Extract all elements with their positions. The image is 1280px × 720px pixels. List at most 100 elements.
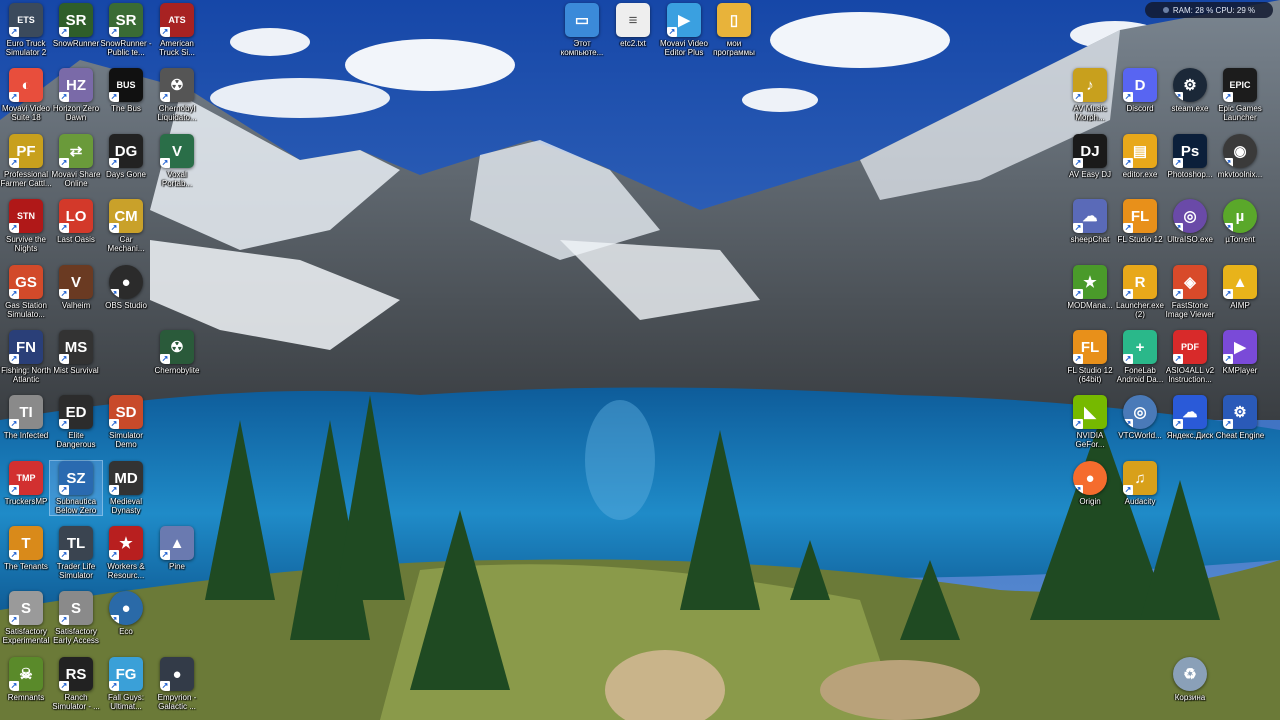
desktop-icon-fishing-north-atlantic[interactable]: FN Fishing: North Atlantic [0, 330, 52, 384]
cloud-icon: ☁ [1173, 395, 1207, 429]
desktop-icon-label: AV Music Morph... [1073, 104, 1107, 122]
desktop-icon-simulator-demo[interactable]: SD Simulator Demo [100, 395, 152, 449]
desktop-icon-movavi-video-editor-plus[interactable]: ▶ Movavi Video Editor Plus [658, 3, 710, 57]
desktop-icon-epic-games-launcher[interactable]: EPIC Epic Games Launcher [1214, 68, 1266, 122]
game-icon: ▲ [160, 526, 194, 560]
desktop-icon-label: MODMana... [1067, 301, 1113, 310]
desktop-icon-этот-компьюте[interactable]: ▭ Этот компьюте... [556, 3, 608, 57]
desktop-icon-satisfactory-experimental[interactable]: S Satisfactory Experimental [0, 591, 52, 645]
desktop-icon-корзина[interactable]: ♻ Корзина [1164, 657, 1216, 702]
fonelab-icon: + [1123, 330, 1157, 364]
desktop-icon-audacity[interactable]: ♫ Audacity [1114, 461, 1166, 506]
desktop-icon-fall-guys-ultimat[interactable]: FG Fall Guys: Ultimat... [100, 657, 152, 711]
desktop-icon-torrent[interactable]: µ µTorrent [1214, 199, 1266, 244]
desktop-icon-label: Корзина [1174, 693, 1206, 702]
desktop-icon-professional-farmer-cattl[interactable]: PF Professional Farmer Cattl... [0, 134, 52, 188]
desktop-icon-label: Satisfactory Early Access [53, 627, 99, 645]
desktop-icon-av-easy-dj[interactable]: DJ AV Easy DJ [1064, 134, 1116, 179]
desktop-icon-empyrion-galactic[interactable]: ● Empyrion - Galactic ... [151, 657, 203, 711]
desktop-icon-workers-resourc[interactable]: ★ Workers & Resourc... [100, 526, 152, 580]
movavi-icon: ◐ [9, 68, 43, 102]
desktop-icon-etc2-txt[interactable]: ≡ etc2.txt [607, 3, 659, 48]
desktop-icon-discord[interactable]: D Discord [1114, 68, 1166, 113]
desktop-icon-ultraiso-exe[interactable]: ◎ UltraISO.exe [1164, 199, 1216, 244]
desktop-icon-origin[interactable]: ● Origin [1064, 461, 1116, 506]
system-monitor-widget[interactable]: RAM: 28 % CPU: 29 % [1145, 2, 1273, 18]
desktop-icon-steam-exe[interactable]: ⚙ steam.exe [1164, 68, 1216, 113]
desktop-icon-nvidia-gefor[interactable]: ◣ NVIDIA GeFor... [1064, 395, 1116, 449]
desktop-icon-mist-survival[interactable]: MS Mist Survival [50, 330, 102, 375]
desktop-icon-яндекс-диск[interactable]: ☁ Яндекс.Диск [1164, 395, 1216, 440]
desktop-icon-truckersmp[interactable]: TMP TruckersMP [0, 461, 52, 506]
desktop-icon-remnants[interactable]: ☠ Remnants [0, 657, 52, 702]
game-icon: ED [59, 395, 93, 429]
desktop-icon-av-music-morph[interactable]: ♪ AV Music Morph... [1064, 68, 1116, 122]
desktop-icon-fl-studio-12[interactable]: FL FL Studio 12 [1114, 199, 1166, 244]
desktop-icon-label: The Infected [3, 431, 49, 440]
desktop-icon-label: Movavi Share Online [51, 170, 101, 188]
desktop-icon-euro-truck-simulator-2[interactable]: ETS Euro Truck Simulator 2 [0, 3, 52, 57]
desktop-icon-american-truck-si[interactable]: ATS American Truck Si... [151, 3, 203, 57]
desktop-icon-sheepchat[interactable]: ☁ sheepChat [1064, 199, 1116, 244]
desktop-icon-label: AV Easy DJ [1068, 170, 1112, 179]
desktop-icon-the-tenants[interactable]: T The Tenants [0, 526, 52, 571]
desktop-icon-snowrunner[interactable]: SR SnowRunner [50, 3, 102, 48]
desktop-icon-chernobyl-liquidato[interactable]: ☢ Chernobyl Liquidato... [151, 68, 203, 122]
desktop-icon-faststone-image-viewer[interactable]: ◈ FastStone Image Viewer [1164, 265, 1216, 319]
discord-icon: D [1123, 68, 1157, 102]
audacity-icon: ♫ [1123, 461, 1157, 495]
skull-icon: TI [9, 395, 43, 429]
desktop-icon-pine[interactable]: ▲ Pine [151, 526, 203, 571]
desktop-icon-the-infected[interactable]: TI The Infected [0, 395, 52, 440]
desktop-icon-medieval-dynasty[interactable]: MD Medieval Dynasty [100, 461, 152, 515]
desktop-icon-satisfactory-early-access[interactable]: S Satisfactory Early Access [50, 591, 102, 645]
desktop-icon-obs-studio[interactable]: ● OBS Studio [100, 265, 152, 310]
desktop-icon-ranch-simulator[interactable]: RS Ranch Simulator - ... [50, 657, 102, 711]
desktop-icon-editor-exe[interactable]: ▤ editor.exe [1114, 134, 1166, 179]
desktop-icon-last-oasis[interactable]: LO Last Oasis [50, 199, 102, 244]
desktop-icon-label: Voxal Portab... [161, 170, 193, 188]
desktop-icon-trader-life-simulator[interactable]: TL Trader Life Simulator [50, 526, 102, 580]
desktop-icon-label: мои программы [713, 39, 755, 57]
desktop-icon-vtcworld[interactable]: ◎ VTCWorld... [1114, 395, 1166, 440]
desktop-icon-launcher-exe-2[interactable]: R Launcher.exe (2) [1114, 265, 1166, 319]
desktop-icon-label: Chernobyl Liquidato... [157, 104, 197, 122]
desktop-icon-asio4all-v2-instruction[interactable]: PDF ASIO4ALL v2 Instruction... [1164, 330, 1216, 384]
desktop-icon-car-mechani[interactable]: CM Car Mechani... [100, 199, 152, 253]
desktop-icon-label: SnowRunner - Public te... [100, 39, 152, 57]
desktop-icon-the-bus[interactable]: BUS The Bus [100, 68, 152, 113]
game-icon: ☢ [160, 330, 194, 364]
desktop-icon-subnautica-below-zero[interactable]: SZ Subnautica Below Zero [49, 460, 103, 516]
desktop-icon-movavi-share-online[interactable]: ⇄ Movavi Share Online [50, 134, 102, 188]
desktop-icon-kmplayer[interactable]: ▶ KMPlayer [1214, 330, 1266, 375]
desktop-icon-label: FastStone Image Viewer [1165, 301, 1215, 319]
desktop-icon-photoshop[interactable]: Ps Photoshop... [1164, 134, 1216, 179]
desktop-icon-label: Days Gone [105, 170, 147, 179]
desktop-icon-aimp[interactable]: ▲ AIMP [1214, 265, 1266, 310]
desktop-icon-horizon-zero-dawn[interactable]: HZ Horizon Zero Dawn [50, 68, 102, 122]
desktop-icon-gas-station-simulato[interactable]: GS Gas Station Simulato... [0, 265, 52, 319]
desktop-icon-mkvtoolnix[interactable]: ◉ mkvtoolnix... [1214, 134, 1266, 179]
desktop-icon-label: The Bus [111, 104, 141, 113]
desktop-icon-cheat-engine[interactable]: ⚙ Cheat Engine [1214, 395, 1266, 440]
desktop-icon-movavi-video-suite-18[interactable]: ◐ Movavi Video Suite 18 [0, 68, 52, 122]
desktop-icon-snowrunner-public-te[interactable]: SR SnowRunner - Public te... [100, 3, 152, 57]
desktop-icon-elite-dangerous[interactable]: ED Elite Dangerous [50, 395, 102, 449]
desktop-icon-modmana[interactable]: ★ MODMana... [1064, 265, 1116, 310]
desktop-icon-fonelab-android-da[interactable]: + FoneLab Android Da... [1114, 330, 1166, 384]
game-icon: T [9, 526, 43, 560]
desktop-icon-fl-studio-12-64bit[interactable]: FL FL Studio 12 (64bit) [1064, 330, 1116, 384]
truck-icon: SR [59, 3, 93, 37]
star-icon: ★ [109, 526, 143, 560]
desktop-icon-valheim[interactable]: V Valheim [50, 265, 102, 310]
desktop-icon-eco[interactable]: ● Eco [100, 591, 152, 636]
truck-icon: ETS [9, 3, 43, 37]
desktop-icon-chernobylite[interactable]: ☢ Chernobylite [151, 330, 203, 375]
desktop-icon-label: Survive the Nights [5, 235, 47, 253]
game-icon: S [59, 591, 93, 625]
desktop-icon-days-gone[interactable]: DG Days Gone [100, 134, 152, 179]
desktop-icon-survive-the-nights[interactable]: STN Survive the Nights [0, 199, 52, 253]
desktop-icon-мои-программы[interactable]: ▯ мои программы [708, 3, 760, 57]
desktop-icon-voxal-portab[interactable]: V Voxal Portab... [151, 134, 203, 188]
computer-icon: ▭ [565, 3, 599, 37]
